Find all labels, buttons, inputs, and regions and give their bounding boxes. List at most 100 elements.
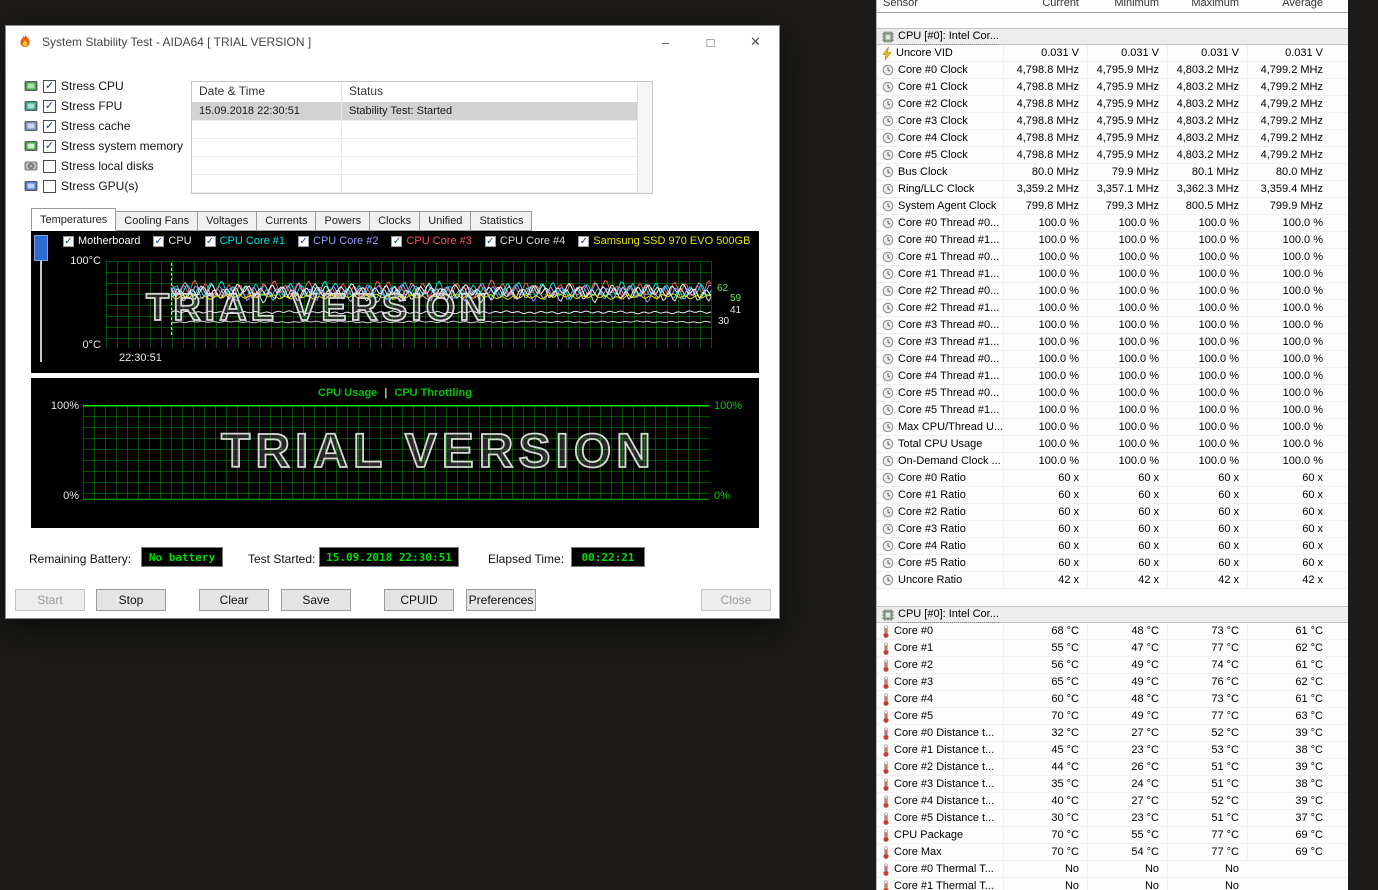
clear-button[interactable]: Clear bbox=[199, 589, 269, 611]
checkbox[interactable]: ✓ bbox=[391, 235, 403, 247]
checkbox[interactable]: ✓ bbox=[43, 99, 56, 113]
sensor-row[interactable]: Core #1 Thread #1... 100.0 % 100.0 % 100.0 … bbox=[877, 266, 1348, 283]
checkbox[interactable]: ✓ bbox=[578, 235, 590, 247]
legend-item-cpu-core-3[interactable]: ✓ CPU Core #3 bbox=[391, 235, 472, 247]
sensor-row[interactable]: Core #1 Ratio 60 x 60 x 60 x 60 x bbox=[877, 487, 1348, 504]
save-button[interactable]: Save bbox=[281, 589, 351, 611]
sensor-row[interactable]: CPU Package 70 °C 55 °C 77 °C 69 °C bbox=[877, 827, 1348, 844]
stress-option-stress-cpu[interactable]: ✓ Stress CPU bbox=[24, 76, 183, 96]
sensor-row[interactable]: Core #0 Thread #0... 100.0 % 100.0 % 100.0 … bbox=[877, 215, 1348, 232]
stress-option-stress-gpu-s[interactable]: Stress GPU(s) bbox=[24, 176, 183, 196]
tab-powers[interactable]: Powers bbox=[316, 211, 371, 231]
minimize-icon[interactable]: – bbox=[643, 26, 688, 58]
tab-currents[interactable]: Currents bbox=[257, 211, 317, 231]
tab-voltages[interactable]: Voltages bbox=[198, 211, 258, 231]
sensor-row[interactable]: Max CPU/Thread U... 100.0 % 100.0 % 100.0 %… bbox=[877, 419, 1348, 436]
sensor-row[interactable]: Core #4 60 °C 48 °C 73 °C 61 °C bbox=[877, 691, 1348, 708]
sensor-name: Core #2 Thread #0... bbox=[898, 285, 1000, 297]
sensor-row[interactable]: Core #2 Distance t... 44 °C 26 °C 51 °C 39 °… bbox=[877, 759, 1348, 776]
sensor-row[interactable]: Core #1 Thermal T... No No No bbox=[877, 878, 1348, 890]
checkbox[interactable]: ✓ bbox=[204, 235, 216, 247]
legend-item-cpu-core-1[interactable]: ✓ CPU Core #1 bbox=[204, 235, 285, 247]
sensor-row[interactable]: Uncore VID 0.031 V 0.031 V 0.031 V 0.031 V bbox=[877, 45, 1348, 62]
scale-slider-thumb[interactable] bbox=[34, 235, 48, 261]
sensor-row[interactable]: Core #2 56 °C 49 °C 74 °C 61 °C bbox=[877, 657, 1348, 674]
sensor-row[interactable]: Core #0 Thread #1... 100.0 % 100.0 % 100.0 … bbox=[877, 232, 1348, 249]
sensor-row[interactable]: Core #0 Thermal T... No No No bbox=[877, 861, 1348, 878]
legend-item-motherboard[interactable]: ✓ Motherboard bbox=[63, 235, 140, 247]
checkbox[interactable]: ✓ bbox=[153, 235, 165, 247]
log-table-scrollbar[interactable] bbox=[637, 82, 652, 193]
sensor-row[interactable]: Core #2 Thread #0... 100.0 % 100.0 % 100.0 … bbox=[877, 283, 1348, 300]
sensor-row[interactable]: Core Max 70 °C 54 °C 77 °C 69 °C bbox=[877, 844, 1348, 861]
sensor-row[interactable]: Core #2 Thread #1... 100.0 % 100.0 % 100.0 … bbox=[877, 300, 1348, 317]
tab-unified[interactable]: Unified bbox=[420, 211, 472, 231]
sensor-name: Core #3 Thread #1... bbox=[898, 336, 1000, 348]
legend-item-cpu-core-2[interactable]: ✓ CPU Core #2 bbox=[298, 235, 378, 247]
stress-option-stress-fpu[interactable]: ✓ Stress FPU bbox=[24, 96, 183, 116]
checkbox[interactable]: ✓ bbox=[298, 235, 310, 247]
preferences-button[interactable]: Preferences bbox=[466, 589, 536, 611]
sensor-row[interactable]: Core #4 Ratio 60 x 60 x 60 x 60 x bbox=[877, 538, 1348, 555]
sensor-row[interactable]: Core #4 Distance t... 40 °C 27 °C 52 °C 39 °… bbox=[877, 793, 1348, 810]
sensor-row[interactable]: Core #3 65 °C 49 °C 76 °C 62 °C bbox=[877, 674, 1348, 691]
sensor-row[interactable]: Core #0 Ratio 60 x 60 x 60 x 60 x bbox=[877, 470, 1348, 487]
sensor-row[interactable]: Core #3 Ratio 60 x 60 x 60 x 60 x bbox=[877, 521, 1348, 538]
sensor-row[interactable]: Core #4 Clock 4,798.8 MHz 4,795.9 MHz 4,803… bbox=[877, 130, 1348, 147]
cpuid-button[interactable]: CPUID bbox=[384, 589, 454, 611]
stress-option-stress-cache[interactable]: ✓ Stress cache bbox=[24, 116, 183, 136]
sensor-row[interactable]: Core #1 Thread #0... 100.0 % 100.0 % 100.0 … bbox=[877, 249, 1348, 266]
stop-button[interactable]: Stop bbox=[96, 589, 166, 611]
tab-temperatures[interactable]: Temperatures bbox=[31, 208, 117, 231]
sensor-row[interactable]: Core #3 Thread #1... 100.0 % 100.0 % 100.0 … bbox=[877, 334, 1348, 351]
sensor-row[interactable]: Uncore Ratio 42 x 42 x 42 x 42 x bbox=[877, 572, 1348, 589]
checkbox[interactable] bbox=[43, 159, 56, 173]
legend-item-samsung-ssd-970-evo-500gb[interactable]: ✓ Samsung SSD 970 EVO 500GB bbox=[578, 235, 750, 247]
clock-icon bbox=[882, 404, 894, 416]
maximize-icon[interactable]: □ bbox=[688, 26, 733, 58]
sensor-row[interactable]: Core #5 70 °C 49 °C 77 °C 63 °C bbox=[877, 708, 1348, 725]
sensor-value: 60 x bbox=[1003, 504, 1087, 520]
sensor-row[interactable]: Core #5 Ratio 60 x 60 x 60 x 60 x bbox=[877, 555, 1348, 572]
sensor-row[interactable]: Core #0 68 °C 48 °C 73 °C 61 °C bbox=[877, 623, 1348, 640]
tab-clocks[interactable]: Clocks bbox=[370, 211, 421, 231]
stress-option-stress-system-memory[interactable]: ✓ Stress system memory bbox=[24, 136, 183, 156]
sensor-row[interactable]: Core #0 Distance t... 32 °C 27 °C 52 °C 39 °… bbox=[877, 725, 1348, 742]
sensor-row[interactable]: Core #2 Ratio 60 x 60 x 60 x 60 x bbox=[877, 504, 1348, 521]
checkbox[interactable] bbox=[43, 179, 56, 193]
log-row[interactable]: 15.09.2018 22:30:51 Stability Test: Start… bbox=[192, 103, 652, 121]
sensor-row[interactable]: Core #1 Distance t... 45 °C 23 °C 53 °C 38 °… bbox=[877, 742, 1348, 759]
sensor-row[interactable]: System Agent Clock 799.8 MHz 799.3 MHz 800.… bbox=[877, 198, 1348, 215]
sensor-row[interactable]: Core #0 Clock 4,798.8 MHz 4,795.9 MHz 4,803… bbox=[877, 62, 1348, 79]
legend-item-cpu[interactable]: ✓ CPU bbox=[153, 235, 192, 247]
tab-cooling-fans[interactable]: Cooling Fans bbox=[116, 211, 199, 231]
sensor-row[interactable]: Core #5 Thread #1... 100.0 % 100.0 % 100.0 … bbox=[877, 402, 1348, 419]
sensor-row[interactable]: Core #2 Clock 4,798.8 MHz 4,795.9 MHz 4,803… bbox=[877, 96, 1348, 113]
sensor-row[interactable]: Bus Clock 80.0 MHz 79.9 MHz 80.1 MHz 80.0 MH… bbox=[877, 164, 1348, 181]
stress-option-stress-local-disks[interactable]: Stress local disks bbox=[24, 156, 183, 176]
sensor-row[interactable]: Core #3 Thread #0... 100.0 % 100.0 % 100.0 … bbox=[877, 317, 1348, 334]
checkbox[interactable]: ✓ bbox=[43, 139, 56, 153]
sensor-row[interactable]: Core #3 Distance t... 35 °C 24 °C 51 °C 38 °… bbox=[877, 776, 1348, 793]
sensor-row[interactable]: Core #4 Thread #1... 100.0 % 100.0 % 100.0 … bbox=[877, 368, 1348, 385]
stress-option-label: Stress local disks bbox=[61, 159, 154, 173]
sensor-row[interactable]: Total CPU Usage 100.0 % 100.0 % 100.0 % 100.… bbox=[877, 436, 1348, 453]
window-titlebar[interactable]: System Stability Test - AIDA64 [ TRIAL V… bbox=[6, 26, 779, 58]
legend-item-cpu-core-4[interactable]: ✓ CPU Core #4 bbox=[484, 235, 565, 247]
sensor-row[interactable]: Core #1 55 °C 47 °C 77 °C 62 °C bbox=[877, 640, 1348, 657]
checkbox[interactable]: ✓ bbox=[43, 119, 56, 133]
close-icon[interactable]: ✕ bbox=[733, 26, 778, 58]
sensor-row[interactable]: On-Demand Clock ... 100.0 % 100.0 % 100.0 %… bbox=[877, 453, 1348, 470]
sensor-row[interactable]: Core #4 Thread #0... 100.0 % 100.0 % 100.0 … bbox=[877, 351, 1348, 368]
sensor-row[interactable]: Ring/LLC Clock 3,359.2 MHz 3,357.1 MHz 3,36… bbox=[877, 181, 1348, 198]
checkbox[interactable]: ✓ bbox=[43, 79, 56, 93]
checkbox[interactable]: ✓ bbox=[484, 235, 496, 247]
sensor-row[interactable]: Core #5 Distance t... 30 °C 23 °C 51 °C 37 °… bbox=[877, 810, 1348, 827]
sensor-row[interactable]: Core #5 Clock 4,798.8 MHz 4,795.9 MHz 4,803… bbox=[877, 147, 1348, 164]
sensor-row[interactable]: Core #5 Thread #0... 100.0 % 100.0 % 100.0 … bbox=[877, 385, 1348, 402]
clock-icon bbox=[882, 115, 894, 127]
tab-statistics[interactable]: Statistics bbox=[471, 211, 533, 231]
sensor-row[interactable]: Core #1 Clock 4,798.8 MHz 4,795.9 MHz 4,803… bbox=[877, 79, 1348, 96]
checkbox[interactable]: ✓ bbox=[63, 235, 74, 247]
sensor-row[interactable]: Core #3 Clock 4,798.8 MHz 4,795.9 MHz 4,803… bbox=[877, 113, 1348, 130]
